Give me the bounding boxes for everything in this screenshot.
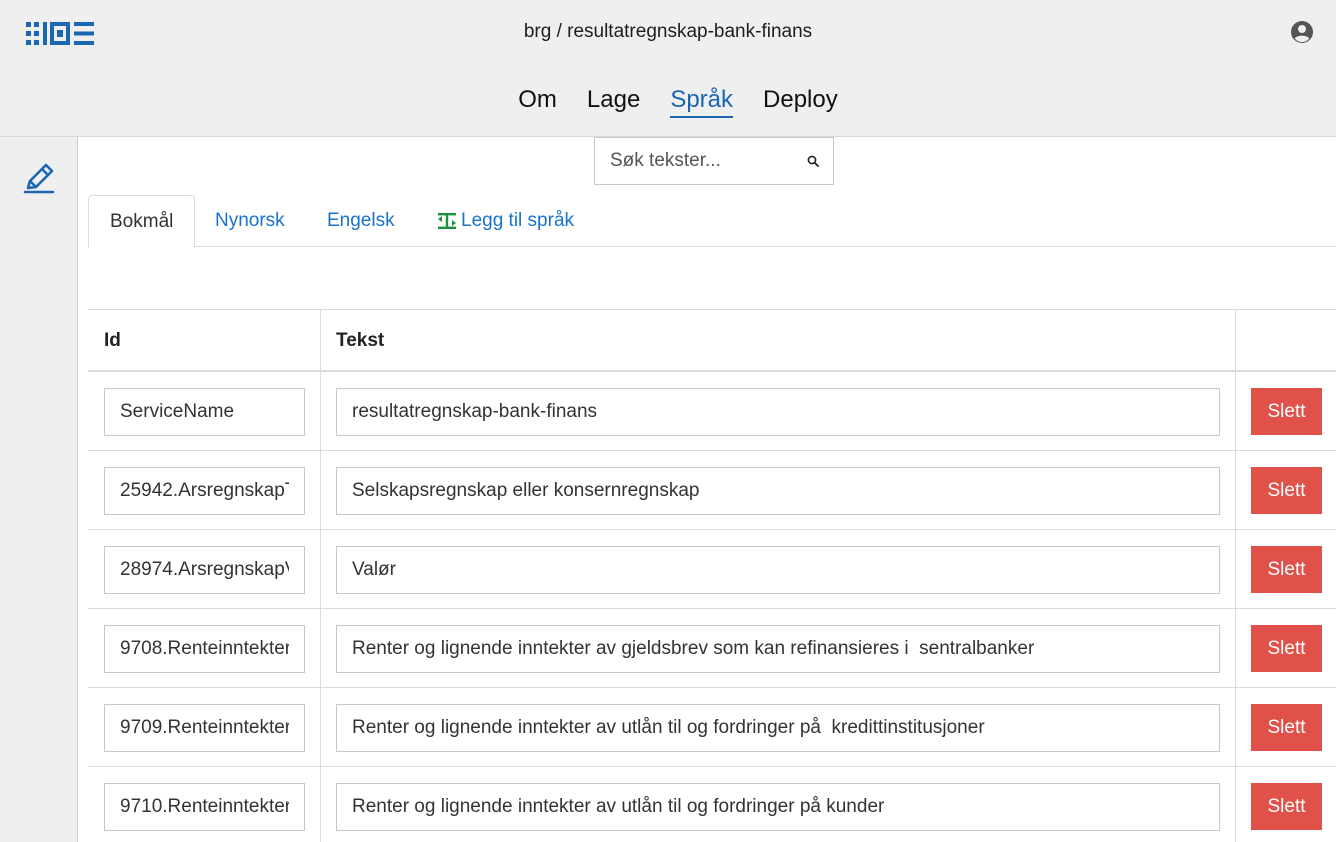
table-row: Slett (88, 530, 1336, 609)
tab-engelsk[interactable]: Engelsk (327, 195, 395, 247)
table-row: Slett (88, 688, 1336, 767)
search-icon[interactable] (807, 155, 819, 167)
add-language-icon (438, 213, 456, 229)
text-value-input[interactable] (336, 783, 1220, 831)
column-divider (320, 688, 321, 766)
delete-button[interactable]: Slett (1251, 388, 1322, 435)
tab-add-language[interactable]: Legg til språk (437, 195, 574, 247)
column-divider (320, 451, 321, 529)
column-divider (320, 609, 321, 687)
column-divider (1235, 609, 1236, 687)
text-id-input[interactable] (104, 704, 305, 752)
delete-button[interactable]: Slett (1251, 546, 1322, 593)
column-divider (1235, 310, 1236, 370)
add-language-label: Legg til språk (461, 210, 575, 231)
text-value-input[interactable] (336, 388, 1220, 436)
header-tekst: Tekst (336, 330, 385, 351)
column-divider (320, 767, 321, 842)
column-divider (1235, 767, 1236, 842)
main-content: Bokmål Nynorsk Engelsk Legg til språk Id… (88, 137, 1336, 842)
tab-bokmal[interactable]: Bokmål (88, 195, 196, 248)
text-id-input[interactable] (104, 546, 305, 594)
delete-button[interactable]: Slett (1251, 783, 1322, 830)
delete-button[interactable]: Slett (1251, 467, 1322, 514)
column-divider (1235, 688, 1236, 766)
repo-title: brg / resultatregnskap-bank-finans (523, 21, 813, 42)
nav-deploy[interactable]: Deploy (763, 86, 838, 118)
search-input[interactable] (610, 150, 807, 172)
pencil-edit-icon[interactable] (22, 161, 56, 195)
text-id-input[interactable] (104, 625, 305, 673)
main-nav: Om Lage Språk Deploy (0, 86, 1336, 118)
nav-lage[interactable]: Lage (587, 86, 640, 118)
search-box (594, 137, 834, 185)
text-id-input[interactable] (104, 388, 305, 436)
table-row: Slett (88, 767, 1336, 842)
table-row: Slett (88, 372, 1336, 451)
column-divider (1235, 530, 1236, 608)
text-id-input[interactable] (104, 783, 305, 831)
text-value-input[interactable] (336, 546, 1220, 594)
delete-button[interactable]: Slett (1251, 625, 1322, 672)
left-sidebar (0, 137, 78, 842)
table-header: Id Tekst (88, 310, 1336, 372)
text-id-input[interactable] (104, 467, 305, 515)
table-row: Slett (88, 609, 1336, 688)
tab-nynorsk[interactable]: Nynorsk (215, 195, 285, 247)
texts-table: Id Tekst Slett Slett Slett (88, 309, 1336, 842)
column-divider (1235, 372, 1236, 450)
text-value-input[interactable] (336, 704, 1220, 752)
header-id: Id (104, 330, 121, 351)
column-divider (320, 310, 321, 370)
text-value-input[interactable] (336, 625, 1220, 673)
column-divider (320, 372, 321, 450)
column-divider (320, 530, 321, 608)
user-avatar-icon[interactable] (1290, 20, 1314, 44)
column-divider (1235, 451, 1236, 529)
table-row: Slett (88, 451, 1336, 530)
app-header: brg / resultatregnskap-bank-finans Om La… (0, 0, 1336, 137)
nav-sprak[interactable]: Språk (670, 86, 734, 118)
text-value-input[interactable] (336, 467, 1220, 515)
nav-om[interactable]: Om (518, 86, 557, 118)
delete-button[interactable]: Slett (1251, 704, 1322, 751)
language-tabs: Bokmål Nynorsk Engelsk Legg til språk (88, 195, 1336, 248)
